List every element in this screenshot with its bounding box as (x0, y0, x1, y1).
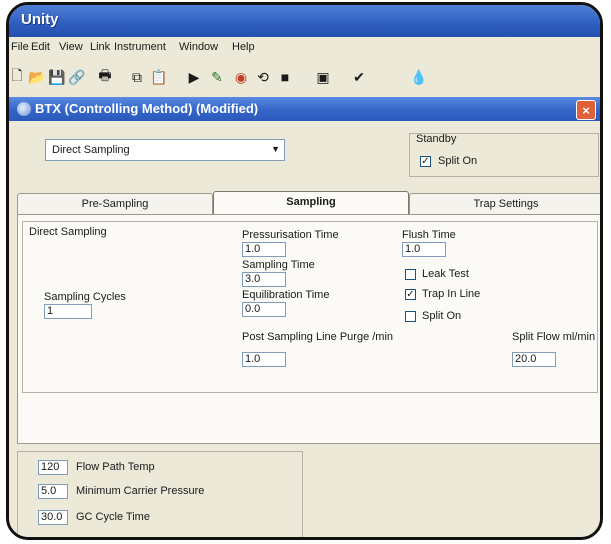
menu-help[interactable]: Help (232, 41, 255, 53)
dialog-icon (17, 102, 31, 116)
standby-split-on-checkbox[interactable]: ✓ (420, 156, 431, 167)
pressurisation-time-input[interactable]: 1.0 (242, 242, 286, 257)
gc-cycle-time-input[interactable]: 30.0 (38, 510, 68, 525)
drops-icon[interactable]: 💧 (409, 67, 429, 87)
direct-sampling-label: Direct Sampling (29, 226, 107, 238)
equilibration-time-label: Equilibration Time (242, 289, 330, 301)
post-purge-input[interactable]: 1.0 (242, 352, 286, 367)
close-button[interactable]: × (576, 100, 596, 120)
menu-window[interactable]: Window (179, 41, 218, 53)
dialog-title: BTX (Controlling Method) (Modified) (35, 101, 259, 116)
link-icon[interactable]: 🔗 (67, 67, 87, 87)
split-on-label: Split On (422, 310, 462, 322)
toolbar: 🗋 📂 💾 🔗 🖶 ⧉ 📋 ▶ ✎ ◉ ⟲ ■ ▣ ✔ 💧 (9, 57, 600, 98)
menu-edit[interactable]: Edit (31, 41, 50, 53)
gc-cycle-time-label: GC Cycle Time (76, 511, 150, 523)
app-window: Unity File Edit View Link Instrument Win… (6, 2, 603, 540)
flush-time-label: Flush Time (402, 229, 456, 241)
check-icon[interactable]: ✔ (349, 67, 369, 87)
equilibration-time-input[interactable]: 0.0 (242, 302, 286, 317)
method-select[interactable]: Direct Sampling ▼ (45, 139, 285, 161)
sampling-time-label: Sampling Time (242, 259, 315, 271)
direct-sampling-group: Direct Sampling (22, 221, 598, 393)
chevron-down-icon[interactable]: ▼ (271, 144, 280, 154)
open-folder-icon[interactable]: 📂 (27, 67, 47, 87)
standby-split-on-label: Split On (438, 155, 478, 167)
menu-instrument[interactable]: Instrument (114, 41, 166, 53)
standby-group: Standby ✓ Split On (409, 133, 599, 177)
app-title: Unity (21, 11, 59, 28)
new-file-icon[interactable]: 🗋 (9, 67, 27, 87)
split-on-checkbox[interactable] (405, 311, 416, 322)
standby-label: Standby (416, 133, 457, 145)
edit-icon[interactable]: ✎ (207, 67, 227, 87)
menu-bar: File Edit View Link Instrument Window He… (9, 37, 600, 57)
leak-test-checkbox[interactable] (405, 269, 416, 280)
min-carrier-pressure-label: Minimum Carrier Pressure (76, 485, 205, 497)
menu-file[interactable]: File (11, 41, 29, 53)
flush-time-input[interactable]: 1.0 (402, 242, 446, 257)
split-flow-input[interactable]: 20.0 (512, 352, 556, 367)
sampling-panel: Direct Sampling Pressurisation Time 1.0 … (17, 214, 600, 444)
sampling-time-input[interactable]: 3.0 (242, 272, 286, 287)
menu-link[interactable]: Link (90, 41, 110, 53)
system-settings-group: 120 Flow Path Temp 5.0 Minimum Carrier P… (17, 451, 303, 537)
play-icon[interactable]: ▶ (184, 67, 204, 87)
post-purge-label: Post Sampling Line Purge /min (242, 331, 394, 343)
min-carrier-pressure-input[interactable]: 5.0 (38, 484, 68, 499)
copy-icon[interactable]: ⧉ (127, 67, 147, 87)
flow-path-temp-input[interactable]: 120 (38, 460, 68, 475)
paste-icon[interactable]: 📋 (149, 67, 169, 87)
save-icon[interactable]: 💾 (47, 67, 67, 87)
stop-icon[interactable]: ⟲ (253, 67, 273, 87)
print-icon[interactable]: 🖶 (95, 67, 115, 87)
refresh-icon[interactable]: ◉ (231, 67, 251, 87)
tab-sampling[interactable]: Sampling (213, 191, 409, 215)
trap-in-line-checkbox[interactable]: ✓ (405, 289, 416, 300)
sampling-cycles-label: Sampling Cycles (44, 291, 126, 303)
square-icon[interactable]: ■ (275, 67, 295, 87)
app-title-bar: Unity (9, 5, 600, 37)
leak-test-label: Leak Test (422, 268, 469, 280)
tab-pre-sampling[interactable]: Pre-Sampling (17, 193, 213, 214)
menu-view[interactable]: View (59, 41, 83, 53)
method-select-value: Direct Sampling (52, 144, 130, 156)
trap-in-line-label: Trap In Line (422, 288, 481, 300)
sampling-cycles-input[interactable]: 1 (44, 304, 92, 319)
monitor-icon[interactable]: ▣ (313, 67, 333, 87)
tab-trap-settings[interactable]: Trap Settings (409, 193, 600, 214)
split-flow-label: Split Flow ml/min (512, 331, 596, 343)
bottom-area: 120 Flow Path Temp 5.0 Minimum Carrier P… (9, 445, 600, 537)
dialog-title-bar: BTX (Controlling Method) (Modified) × (9, 97, 600, 121)
flow-path-temp-label: Flow Path Temp (76, 461, 155, 473)
pressurisation-time-label: Pressurisation Time (242, 229, 339, 241)
